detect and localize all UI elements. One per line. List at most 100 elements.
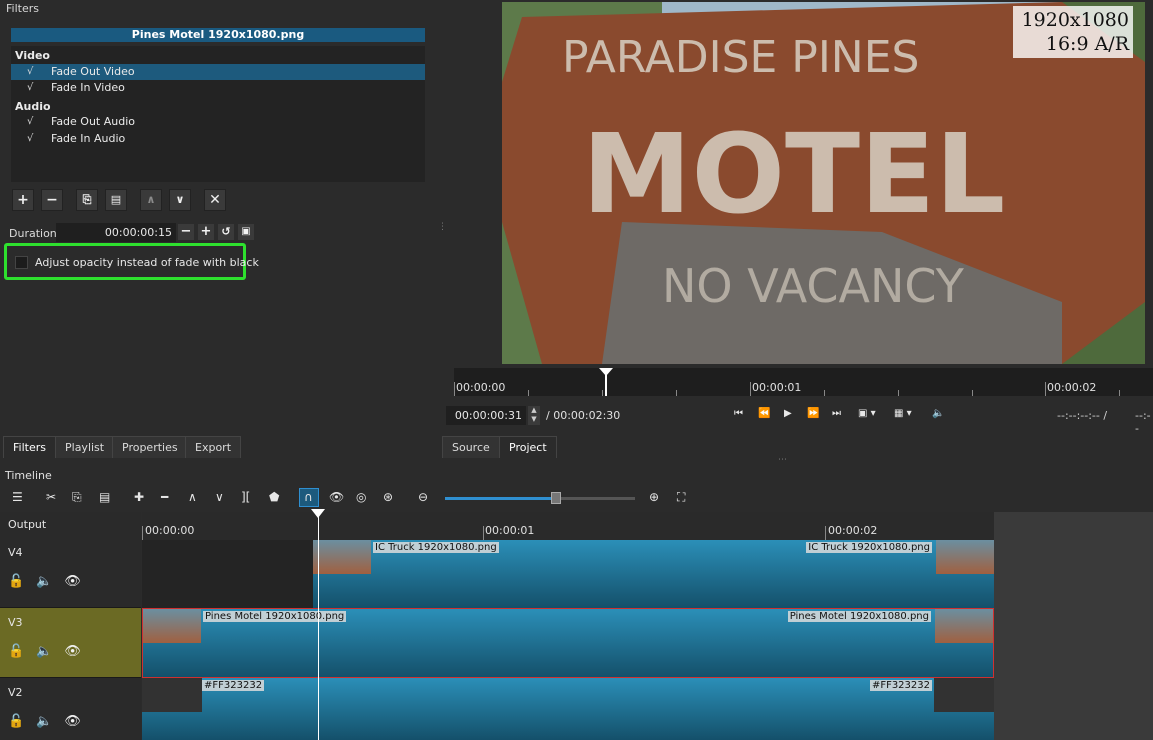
ruler-tick — [454, 382, 455, 396]
ruler-label: 00:00:00 — [145, 524, 195, 537]
menu-icon[interactable]: ☰ — [12, 490, 23, 504]
track-controls[interactable]: 🔓🔈👁 — [8, 574, 93, 589]
checkbox-icon[interactable]: √ — [27, 131, 33, 147]
mute-icon[interactable]: 🔈 — [36, 714, 64, 729]
track-head-v3[interactable]: V3 🔓🔈👁 — [0, 608, 141, 678]
paste-filter-button[interactable]: ▤ — [105, 189, 127, 211]
filter-item-fade-out-video[interactable]: √ Fade Out Video — [11, 64, 425, 80]
ruler-tick — [528, 390, 529, 396]
remove-icon[interactable]: ━ — [161, 490, 168, 504]
svg-text:MOTEL: MOTEL — [582, 110, 1005, 238]
deselect-filter-button[interactable]: ✕ — [204, 189, 226, 211]
tab-playlist[interactable]: Playlist — [55, 436, 115, 458]
tab-properties[interactable]: Properties — [112, 436, 188, 458]
track-head-v2[interactable]: V2 🔓🔈👁 — [0, 678, 141, 740]
lock-icon[interactable]: 🔓 — [8, 574, 36, 589]
eye-icon[interactable]: 👁 — [64, 644, 93, 659]
copy-filter-button[interactable]: ⎘ — [76, 189, 98, 211]
timeline-tracks[interactable]: IC Truck 1920x1080.png IC Truck 1920x108… — [142, 540, 994, 740]
tab-project[interactable]: Project — [499, 436, 557, 458]
ripple-icon[interactable]: ◎ — [356, 490, 366, 504]
fast-forward-icon[interactable]: ⏩ — [807, 408, 819, 419]
checkbox-icon[interactable]: √ — [27, 64, 33, 80]
filter-item-fade-in-video[interactable]: √ Fade In Video — [11, 80, 425, 96]
splitter-handle[interactable]: ⋮ — [438, 222, 447, 232]
clip-label: #FF323232 — [869, 680, 932, 691]
ripple-all-icon[interactable]: ⊛ — [383, 490, 393, 504]
player-ruler[interactable]: 00:00:00 00:00:01 00:00:02 — [454, 368, 1153, 396]
timeline-playhead[interactable] — [318, 512, 319, 740]
track-controls[interactable]: 🔓🔈👁 — [8, 644, 93, 659]
timeline-ruler[interactable]: 00:00:00 00:00:01 00:00:02 — [142, 512, 994, 540]
volume-icon[interactable]: 🔈 — [932, 408, 944, 419]
filter-item-fade-out-audio[interactable]: √ Fade Out Audio — [11, 114, 425, 130]
out-point: --:-- — [1135, 409, 1151, 435]
rewind-icon[interactable]: ⏪ — [758, 408, 770, 419]
play-icon[interactable]: ▶ — [784, 408, 792, 419]
zoom-slider-handle[interactable] — [551, 492, 561, 504]
track-controls[interactable]: 🔓🔈👁 — [8, 714, 93, 729]
mute-icon[interactable]: 🔈 — [36, 574, 64, 589]
clip-ic-truck[interactable]: IC Truck 1920x1080.png IC Truck 1920x108… — [313, 540, 994, 608]
filter-label: Fade Out Audio — [51, 115, 136, 128]
player-playhead-handle[interactable] — [599, 368, 613, 376]
move-up-button[interactable]: ∧ — [140, 189, 162, 211]
ruler-tick — [898, 390, 899, 396]
filter-list[interactable]: Video √ Fade Out Video √ Fade In Video A… — [11, 46, 425, 182]
track-head-v4[interactable]: V4 🔓🔈👁 — [0, 538, 141, 608]
clip-color[interactable]: #FF323232 #FF323232 — [142, 678, 994, 740]
clip-thumbnail — [143, 609, 201, 643]
copy-icon[interactable]: ⎘ — [72, 490, 82, 505]
overwrite-icon[interactable]: ∨ — [215, 490, 224, 504]
add-filter-button[interactable]: + — [12, 189, 34, 211]
filter-label: Fade Out Video — [51, 65, 135, 78]
move-down-button[interactable]: ∨ — [169, 189, 191, 211]
skip-to-start-icon[interactable]: ⏮ — [734, 408, 743, 419]
ruler-tick — [602, 390, 603, 396]
checkbox-icon[interactable]: √ — [27, 80, 33, 96]
filter-item-fade-in-audio[interactable]: √ Fade In Audio — [11, 131, 425, 147]
eye-icon[interactable]: 👁 — [64, 574, 93, 589]
overlay-resolution: 1920x1080 — [1021, 9, 1129, 31]
timeline-title: Timeline — [5, 469, 52, 482]
grid-icon[interactable]: ▦ ▾ — [894, 408, 912, 419]
duration-increase-button[interactable]: + — [198, 224, 214, 240]
tab-filters[interactable]: Filters — [3, 436, 56, 458]
save-preset-icon[interactable]: ▣ — [238, 224, 254, 240]
scrub-icon[interactable]: 👁 — [329, 490, 344, 504]
eye-icon[interactable]: 👁 — [64, 714, 93, 729]
timecode-spinner[interactable]: ▲ ▼ — [528, 406, 540, 425]
cut-icon[interactable]: ✂ — [46, 490, 56, 504]
ruler-tick — [824, 390, 825, 396]
timecode-field[interactable]: 00:00:00:31 — [446, 406, 526, 425]
zoom-icon[interactable]: ▣ ▾ — [858, 408, 876, 419]
checkbox-icon[interactable]: √ — [27, 114, 33, 130]
splitter-handle[interactable]: ⋯ — [778, 455, 787, 465]
video-preview: MOTEL PARADISE PINES NO VACANCY 1920x108… — [502, 2, 1145, 364]
clip-thumbnail — [936, 540, 994, 574]
zoom-out-icon[interactable]: ⊖ — [418, 490, 428, 504]
tab-source[interactable]: Source — [442, 436, 500, 458]
skip-to-end-icon[interactable]: ⏭ — [832, 408, 841, 419]
svg-text:PARADISE PINES: PARADISE PINES — [562, 32, 919, 83]
marker-icon[interactable]: ⬟ — [269, 490, 279, 504]
opacity-checkbox[interactable] — [15, 256, 28, 269]
reset-icon[interactable]: ↺ — [218, 224, 234, 240]
duration-field[interactable]: 00:00:00:15 — [56, 223, 176, 242]
lock-icon[interactable]: 🔓 — [8, 714, 36, 729]
lift-icon[interactable]: ∧ — [188, 490, 197, 504]
paste-icon[interactable]: ▤ — [99, 490, 110, 504]
append-icon[interactable]: ✚ — [134, 490, 144, 504]
split-icon[interactable]: ][ — [241, 490, 250, 504]
remove-filter-button[interactable]: − — [41, 189, 63, 211]
section-audio-header: Audio — [15, 100, 51, 113]
timeline-playhead-handle[interactable] — [311, 509, 325, 518]
zoom-in-icon[interactable]: ⊕ — [649, 490, 659, 504]
mute-icon[interactable]: 🔈 — [36, 644, 64, 659]
tab-export[interactable]: Export — [185, 436, 242, 458]
duration-decrease-button[interactable]: − — [178, 224, 194, 240]
ruler-label: 00:00:02 — [1047, 381, 1097, 394]
lock-icon[interactable]: 🔓 — [8, 644, 36, 659]
clip-pines-motel[interactable]: Pines Motel 1920x1080.png Pines Motel 19… — [142, 608, 994, 678]
zoom-fit-icon[interactable]: ⛶ — [677, 490, 685, 505]
